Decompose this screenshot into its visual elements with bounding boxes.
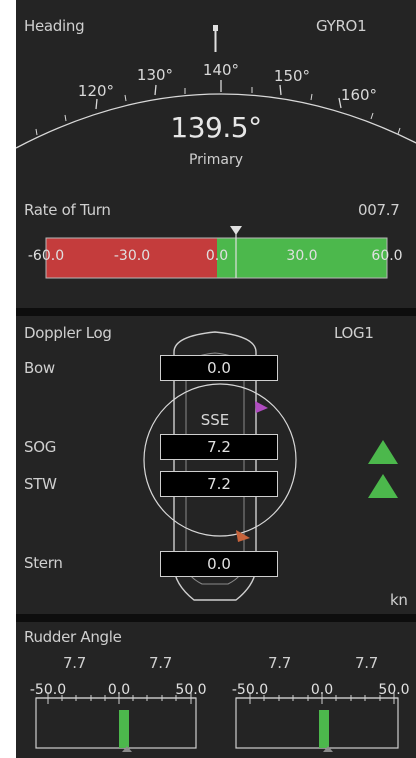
rot-scale-30: 30.0 [286,248,318,264]
rot-scale-60: 60.0 [371,248,403,264]
separator [16,308,416,316]
heading-panel: Heading GYRO1 120° 130° 140° 150° 160° 1… [16,0,416,190]
stw-marker-icon [236,530,250,542]
heading-tick-140: 140° [202,61,240,79]
sog-value: 7.2 [207,438,231,456]
stern-label: Stern [24,554,63,572]
separator [16,614,416,622]
rudder-gauges [35,692,399,752]
rudder-gauge-a [35,692,197,752]
rot-scale-0: 0.0 [205,248,229,264]
stern-value: 0.0 [207,555,231,573]
sog-indicator-icon [368,440,398,464]
doppler-log-panel: Doppler Log LOG1 Bow 0.0 SSE SOG 7.2 STW… [16,316,416,614]
heading-mode: Primary [188,152,244,168]
stw-value: 7.2 [207,475,231,493]
rot-scale-m60: -60.0 [27,248,65,264]
stw-indicator-icon [368,474,398,498]
heading-tick-130: 130° [136,66,174,84]
rudder-angle-panel: Rudder Angle 7.7 7.7 7.7 7.7 -50.0 0.0 5… [16,622,416,758]
stw-value-box: 7.2 [160,471,278,497]
heading-tick-120: 120° [77,82,115,100]
stw-label: STW [24,475,57,493]
stern-value-box: 0.0 [160,551,278,577]
rot-scale-m30: -30.0 [113,248,151,264]
heading-tick-160: 160° [340,86,378,104]
speed-circle [143,383,297,537]
heading-tick-150: 150° [273,67,311,85]
rate-of-turn-panel: Rate of Turn 007.7 -60.0 -30.0 0.0 30.0 … [16,190,416,308]
heading-value: 139.5° [170,111,262,144]
direction-label: SSE [200,411,230,429]
sog-marker-icon [255,401,268,413]
sog-label: SOG [24,438,57,456]
bow-label: Bow [24,359,55,377]
lubber-line-icon [213,25,218,52]
rot-pointer-icon [230,226,242,235]
bow-value-box: 0.0 [160,355,278,381]
sog-value-box: 7.2 [160,434,278,460]
rudder-gauge-b [235,692,399,752]
speed-unit: kn [390,591,408,609]
bow-value: 0.0 [207,359,231,377]
